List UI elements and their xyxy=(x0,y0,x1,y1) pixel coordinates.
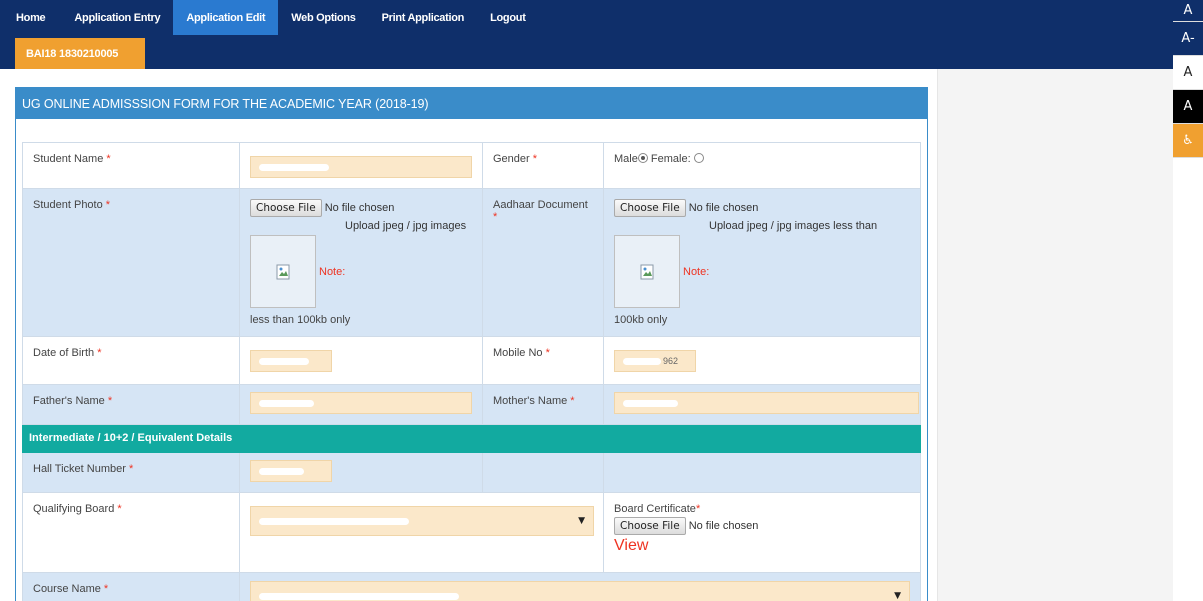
board-certificate-label: Board Certificate* xyxy=(614,503,701,515)
dob-label: Date of Birth * xyxy=(22,336,240,385)
section-row: Intermediate / 10+2 / Equivalent Details xyxy=(22,424,921,453)
nav-logout[interactable]: Logout xyxy=(477,0,538,35)
font-decrease-button[interactable]: A- xyxy=(1173,22,1203,56)
gender-male-label: Male xyxy=(614,153,638,165)
chevron-down-icon: ▼ xyxy=(894,591,901,601)
qualifying-board-select[interactable]: ▼ xyxy=(250,506,594,536)
student-photo-preview xyxy=(250,235,316,308)
student-photo-hint-tail: less than 100kb only xyxy=(250,314,351,326)
father-name-label: Father's Name * xyxy=(22,384,240,425)
student-photo-label: Student Photo * xyxy=(22,188,240,337)
admission-form-panel: UG ONLINE ADMISSSION FORM FOR THE ACADEM… xyxy=(15,87,928,601)
font-increase-button[interactable]: A xyxy=(1173,0,1203,22)
chevron-down-icon: ▼ xyxy=(578,516,585,526)
student-photo-file-status: No file chosen xyxy=(324,202,395,214)
student-name-label: Student Name * xyxy=(22,142,240,189)
accessibility-toolbar: A A- A A ♿ xyxy=(1173,0,1203,158)
form-row: Father's Name * Mother's Name * xyxy=(22,384,921,425)
gender-female-radio[interactable] xyxy=(693,153,704,163)
board-certificate-view-link[interactable]: View xyxy=(614,537,910,555)
board-certificate-choose-file-button[interactable]: Choose File xyxy=(614,517,686,535)
wheelchair-icon: ♿ xyxy=(1182,133,1194,148)
nav-application-entry[interactable]: Application Entry xyxy=(61,0,173,35)
hall-ticket-input[interactable] xyxy=(250,460,332,482)
admission-form: Student Name * Gender * Male Female: Stu… xyxy=(22,142,921,601)
student-name-input[interactable] xyxy=(250,156,472,178)
intermediate-section-title: Intermediate / 10+2 / Equivalent Details xyxy=(22,424,921,453)
student-photo-note: Note: xyxy=(319,265,346,278)
dob-input[interactable] xyxy=(250,350,332,372)
light-contrast-button[interactable]: A xyxy=(1173,56,1203,90)
redacted-value xyxy=(259,467,304,475)
gender-male-radio[interactable] xyxy=(637,153,648,163)
form-row: Hall Ticket Number * xyxy=(22,452,921,493)
gender-female-label: Female: xyxy=(650,153,691,165)
board-certificate-file-status: No file chosen xyxy=(688,520,759,532)
form-row: Qualifying Board * ▼ Board Certificate* … xyxy=(22,492,921,573)
mother-name-label: Mother's Name * xyxy=(482,384,604,425)
redacted-value xyxy=(259,517,409,525)
course-name-select[interactable]: ▼ xyxy=(250,581,910,601)
aadhaar-hint-tail: 100kb only xyxy=(614,314,668,326)
mobile-visible-digits: 962 xyxy=(663,356,679,366)
mobile-input[interactable]: 962 xyxy=(614,350,696,372)
student-photo-hint: Upload jpeg / jpg images xyxy=(345,220,467,232)
aadhaar-choose-file-button[interactable]: Choose File xyxy=(614,199,686,217)
course-name-label: Course Name * xyxy=(22,572,240,601)
right-background xyxy=(937,69,1173,601)
qualifying-board-label: Qualifying Board * xyxy=(22,492,240,573)
dark-contrast-button[interactable]: A xyxy=(1173,90,1203,124)
top-header: Home Application Entry Application Edit … xyxy=(0,0,1173,69)
redacted-value xyxy=(259,163,329,171)
redacted-value xyxy=(259,357,309,365)
nav-application-edit[interactable]: Application Edit xyxy=(173,0,279,35)
redacted-value xyxy=(259,399,314,407)
broken-image-icon xyxy=(640,264,654,279)
aadhaar-label: Aadhaar Document * xyxy=(482,188,604,337)
student-photo-choose-file-button[interactable]: Choose File xyxy=(250,199,322,217)
form-row: Student Photo * Choose File No file chose… xyxy=(22,188,921,337)
aadhaar-note: Note: xyxy=(683,265,710,278)
main-nav: Home Application Entry Application Edit … xyxy=(0,0,539,38)
redacted-value xyxy=(623,357,661,365)
application-number-tab[interactable]: BAI18 1830210005 xyxy=(15,38,145,69)
redacted-value xyxy=(259,592,459,600)
mother-name-input[interactable] xyxy=(614,392,919,414)
mobile-label: Mobile No * xyxy=(482,336,604,385)
form-row: Course Name * ▼ xyxy=(22,572,921,601)
nav-print-application[interactable]: Print Application xyxy=(369,0,478,35)
broken-image-icon xyxy=(276,264,290,279)
form-title: UG ONLINE ADMISSSION FORM FOR THE ACADEM… xyxy=(16,88,927,119)
nav-web-options[interactable]: Web Options xyxy=(278,0,368,35)
father-name-input[interactable] xyxy=(250,392,472,414)
nav-home[interactable]: Home xyxy=(0,0,61,35)
hall-ticket-label: Hall Ticket Number * xyxy=(22,452,240,493)
aadhaar-file-status: No file chosen xyxy=(688,202,759,214)
accessibility-button[interactable]: ♿ xyxy=(1173,124,1203,158)
form-row: Date of Birth * Mobile No * 962 xyxy=(22,336,921,385)
gender-label: Gender * xyxy=(482,142,604,189)
aadhaar-hint: Upload jpeg / jpg images less than xyxy=(709,220,878,232)
redacted-value xyxy=(623,399,678,407)
aadhaar-preview xyxy=(614,235,680,308)
form-row: Student Name * Gender * Male Female: xyxy=(22,142,921,189)
